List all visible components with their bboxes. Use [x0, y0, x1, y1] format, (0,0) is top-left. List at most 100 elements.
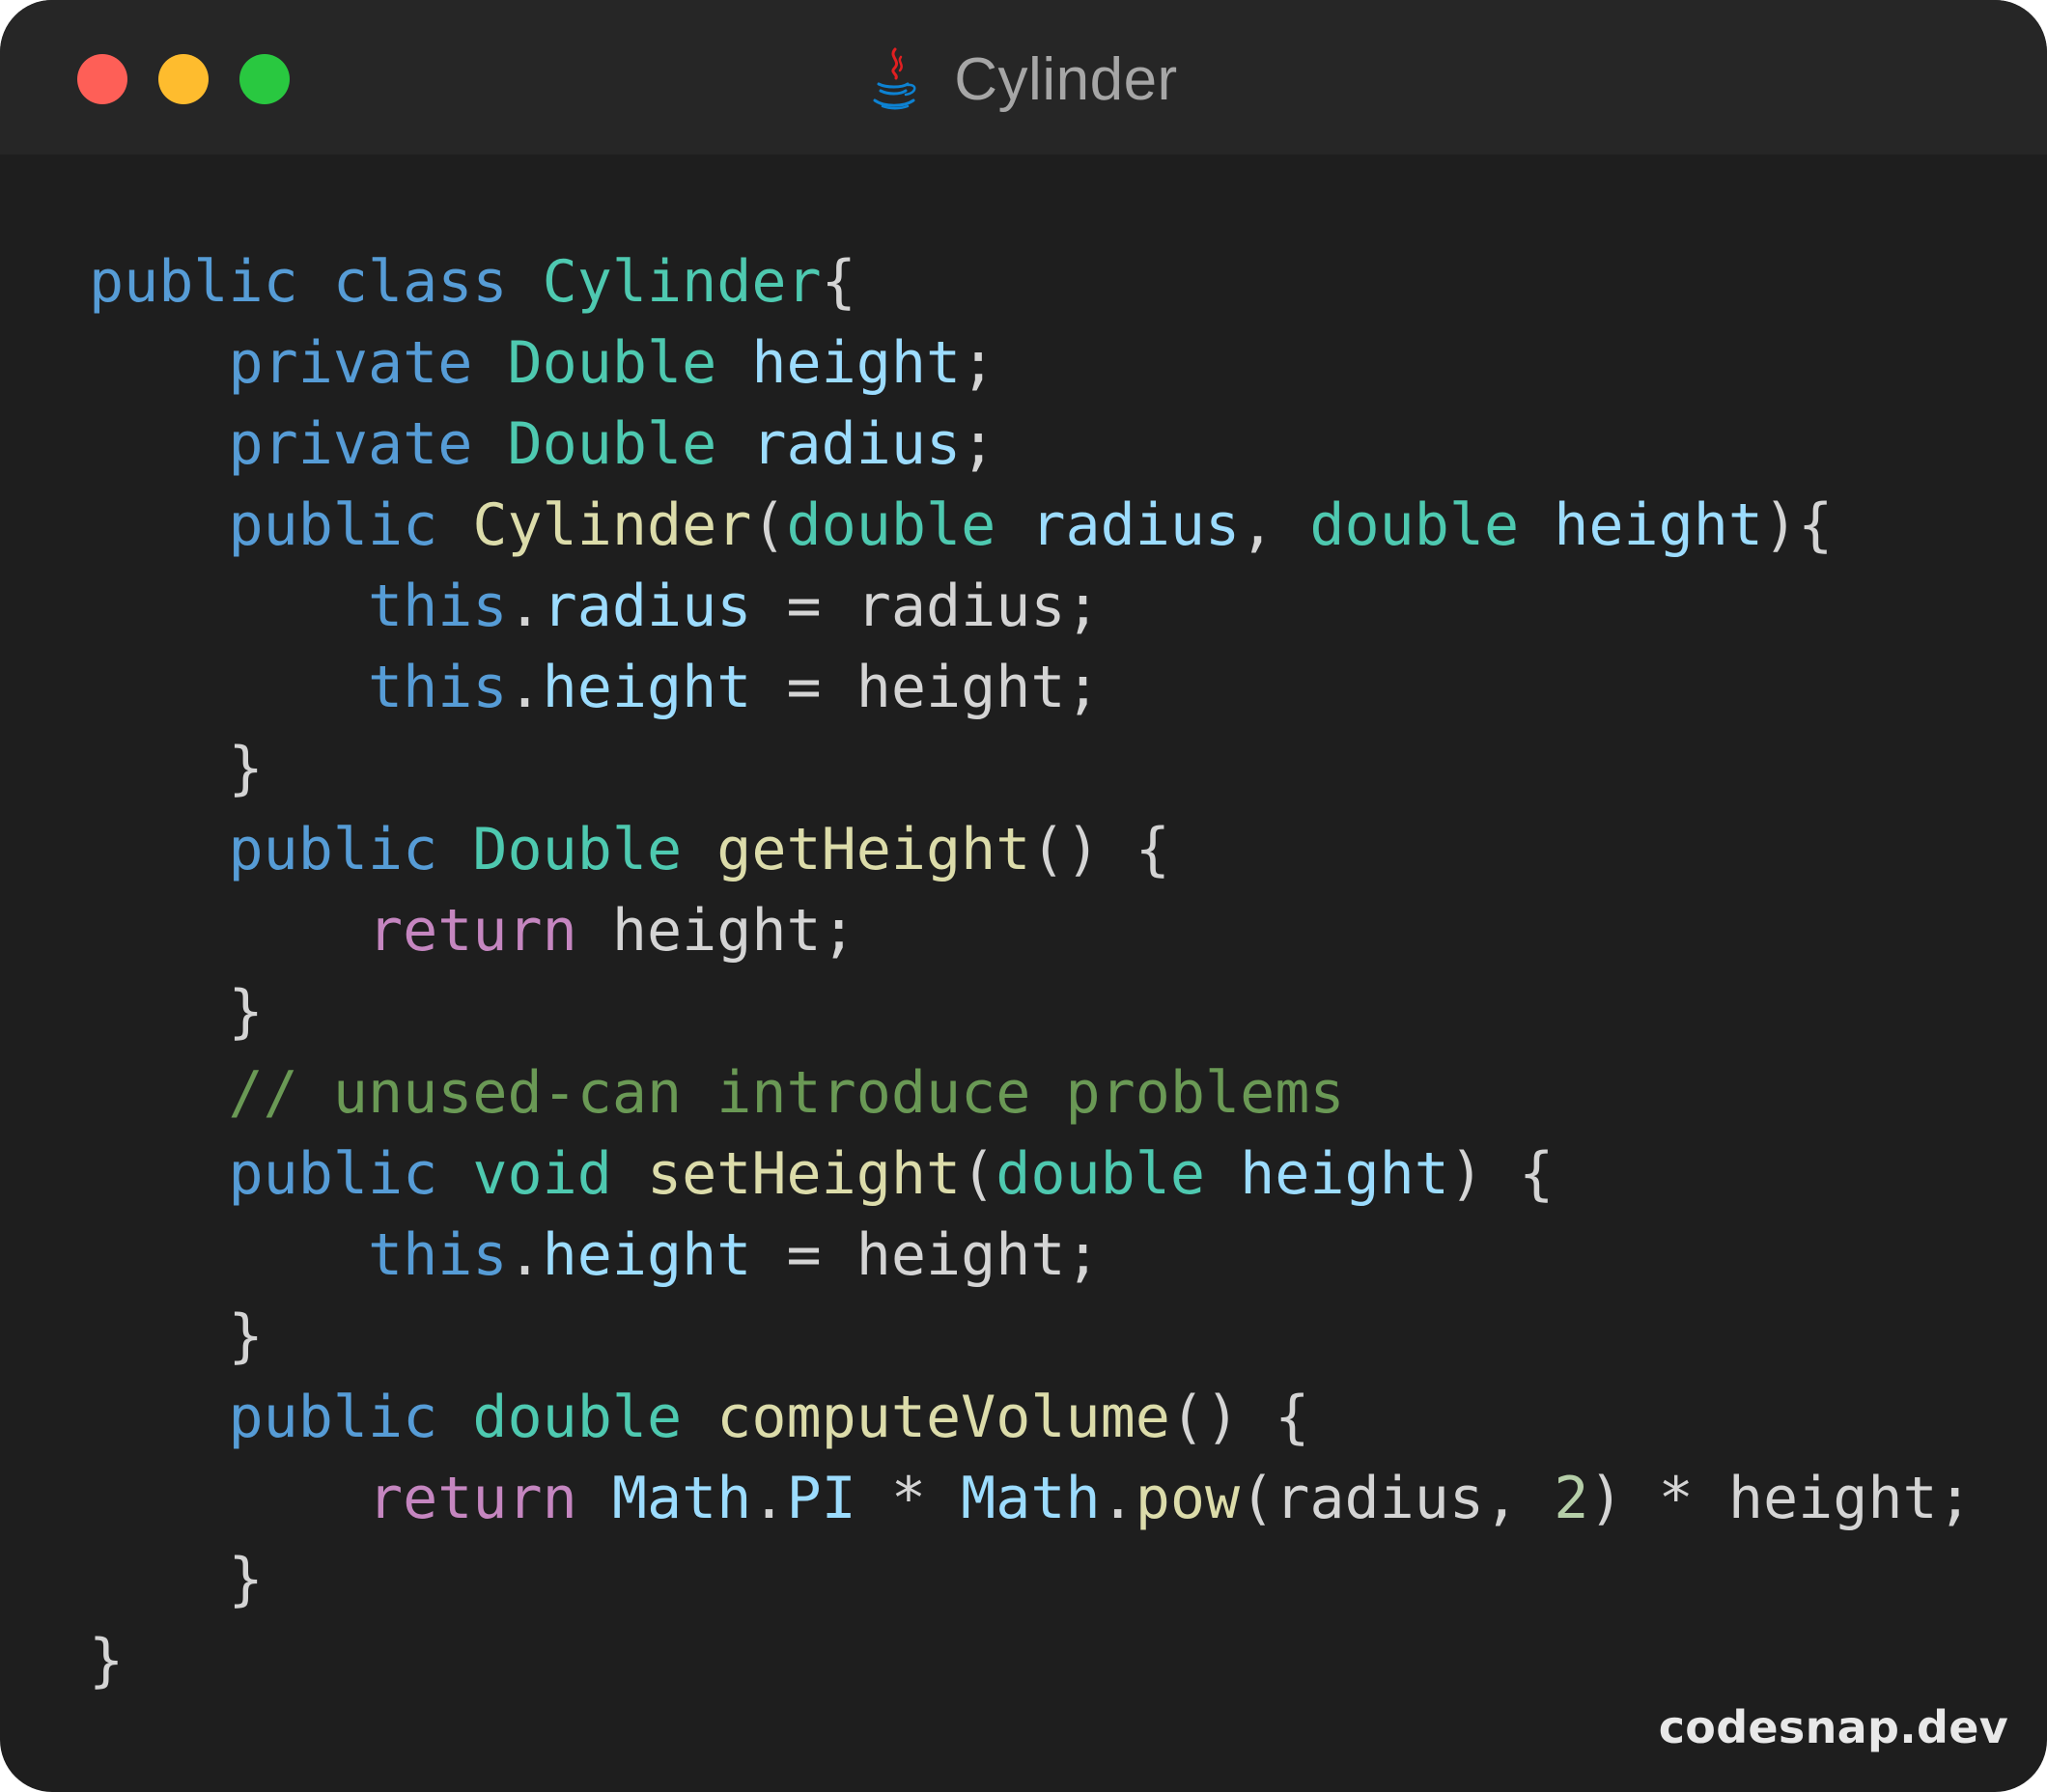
- code-token: ) {: [1448, 1140, 1555, 1208]
- code-token: .: [507, 1221, 543, 1289]
- code-line: public class Cylinder{: [89, 241, 1973, 322]
- code-line: }: [89, 971, 1973, 1052]
- window-title: Cylinder: [954, 45, 1178, 113]
- code-token: class: [332, 248, 508, 316]
- code-token: Double: [507, 410, 717, 478]
- code-token: private: [228, 410, 473, 478]
- code-token: ,: [1240, 491, 1310, 559]
- code-token: Math: [961, 1465, 1101, 1532]
- code-line: }: [89, 728, 1973, 809]
- watermark: codesnap.dev: [1658, 1701, 2008, 1753]
- code-block[interactable]: public class Cylinder{ private Double he…: [89, 241, 1973, 1701]
- code-token: (radius,: [1240, 1465, 1555, 1532]
- code-token: {: [821, 248, 856, 316]
- code-token: pow: [1135, 1465, 1241, 1532]
- code-token: height: [751, 329, 962, 397]
- code-line: public Double getHeight() {: [89, 809, 1973, 890]
- code-token: double: [472, 1384, 683, 1451]
- code-token: public: [89, 248, 298, 316]
- code-line: }: [89, 1620, 1973, 1701]
- code-token: }: [89, 1302, 264, 1370]
- code-line: this.height = height;: [89, 1215, 1973, 1296]
- code-line: this.radius = radius;: [89, 566, 1973, 647]
- code-line: this.height = height;: [89, 647, 1973, 728]
- window-titlebar: Cylinder: [0, 0, 2047, 154]
- code-token: Double: [507, 329, 717, 397]
- code-token: .: [507, 654, 543, 721]
- code-token: this: [367, 654, 508, 721]
- code-token: height: [542, 654, 752, 721]
- code-token: Cylinder: [542, 248, 822, 316]
- code-token: Cylinder: [472, 491, 752, 559]
- code-token: computeVolume: [716, 1384, 1170, 1451]
- code-token: }: [89, 1546, 264, 1613]
- code-token: Math: [611, 1465, 752, 1532]
- code-line: private Double radius;: [89, 404, 1973, 485]
- code-token: height: [1240, 1140, 1449, 1208]
- code-line: return Math.PI * Math.pow(radius, 2) * h…: [89, 1458, 1973, 1539]
- code-token: }: [89, 1627, 125, 1694]
- code-token: = height;: [751, 1221, 1101, 1289]
- code-token: height;: [576, 897, 856, 965]
- code-line: // unused-can introduce problems: [89, 1052, 1973, 1134]
- code-token: radius: [1030, 491, 1241, 559]
- code-line: }: [89, 1296, 1973, 1377]
- code-line: public Cylinder(double radius, double he…: [89, 485, 1973, 566]
- code-token: radius: [542, 573, 752, 640]
- code-window: Cylinder public class Cylinder{ private …: [0, 0, 2047, 1792]
- code-token: }: [89, 735, 264, 802]
- code-token: 2: [1554, 1465, 1589, 1532]
- code-token: .: [1100, 1465, 1136, 1532]
- java-icon: [873, 47, 916, 110]
- code-token: public: [228, 491, 438, 559]
- code-token: void: [472, 1140, 612, 1208]
- code-token: public: [228, 1140, 438, 1208]
- code-token: return: [367, 897, 577, 965]
- code-token: height: [542, 1221, 752, 1289]
- code-token: ;: [961, 329, 996, 397]
- code-token: () {: [1169, 1384, 1310, 1451]
- code-token: }: [89, 978, 264, 1046]
- code-token: (: [961, 1140, 996, 1208]
- code-token: radius: [751, 410, 962, 478]
- code-token: return: [367, 1465, 577, 1532]
- code-token: *: [855, 1465, 962, 1532]
- code-token: public: [228, 816, 438, 883]
- code-token: = height;: [751, 654, 1101, 721]
- code-token: () {: [1030, 816, 1170, 883]
- code-token: this: [367, 573, 508, 640]
- code-token: private: [228, 329, 473, 397]
- code-token: double: [786, 491, 996, 559]
- code-token: = radius;: [751, 573, 1101, 640]
- code-token: setHeight: [647, 1140, 962, 1208]
- window-title-group: Cylinder: [0, 39, 2047, 120]
- code-token: ;: [961, 410, 996, 478]
- code-line: public void setHeight(double height) {: [89, 1134, 1973, 1215]
- code-token: double: [1309, 491, 1520, 559]
